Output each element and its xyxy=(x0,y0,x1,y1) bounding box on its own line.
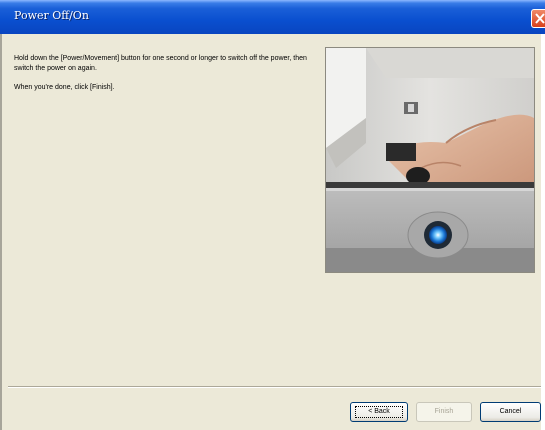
window-title: Power Off/On xyxy=(14,9,89,22)
cancel-button[interactable]: Cancel xyxy=(480,402,541,422)
finish-button[interactable]: Finish xyxy=(416,402,472,422)
printer-power-button-photo xyxy=(326,48,534,272)
window-border-right xyxy=(541,34,545,430)
instruction-line-1: Hold down the [Power/Movement] button fo… xyxy=(14,55,307,72)
finish-button-label: Finish xyxy=(434,408,454,415)
close-icon xyxy=(535,13,545,24)
back-button[interactable]: < Back xyxy=(350,402,408,422)
window-border-left xyxy=(0,34,2,430)
title-bar-highlight xyxy=(0,0,545,3)
instruction-line-2: When you're done, click [Finish]. xyxy=(14,84,115,91)
button-separator xyxy=(8,386,541,388)
instruction-text: Hold down the [Power/Movement] button fo… xyxy=(14,54,319,93)
printer-photo xyxy=(325,47,535,273)
title-bar[interactable]: Power Off/On xyxy=(0,0,545,34)
close-button[interactable] xyxy=(531,9,545,28)
dialog-window: Power Off/On Hold down the [Power/Moveme… xyxy=(0,0,545,430)
cancel-button-label: Cancel xyxy=(499,408,522,415)
focus-rectangle xyxy=(355,406,403,418)
